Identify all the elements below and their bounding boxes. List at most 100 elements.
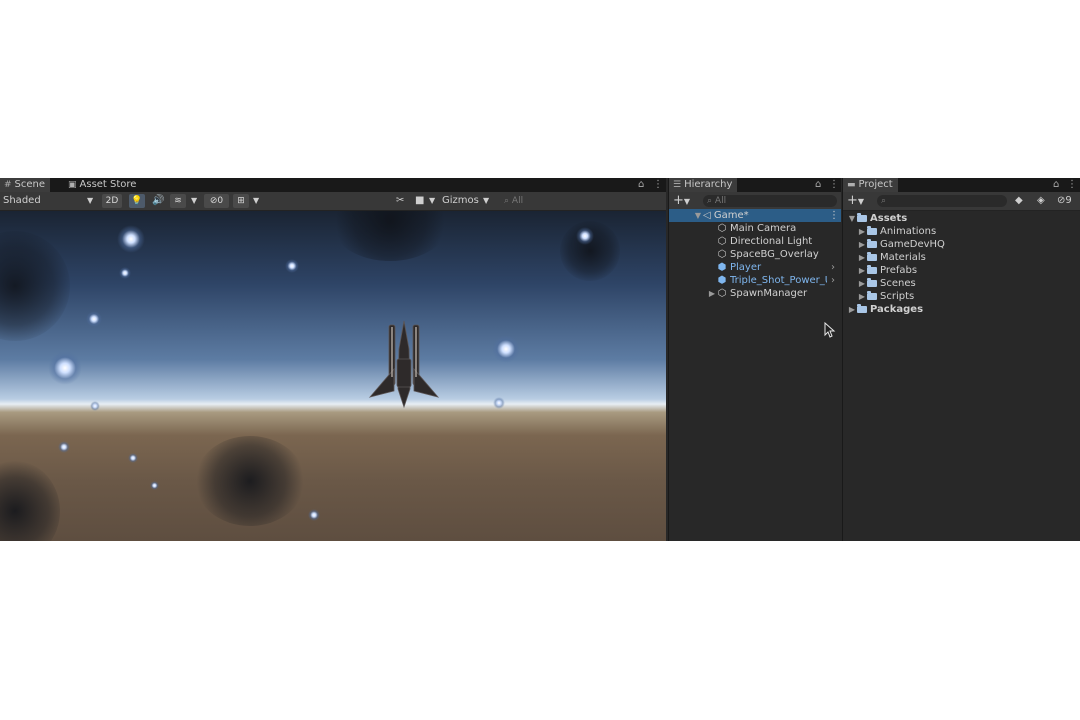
search-icon: ⌕ bbox=[504, 196, 510, 206]
chevron-down-icon: ▼ bbox=[483, 196, 490, 205]
project-toolbar: +▼ ⌕ ◆ ◈ ⊘9 bbox=[843, 192, 1080, 211]
expand-arrow-down-icon[interactable]: ▼ bbox=[847, 212, 857, 225]
scene-root-row[interactable]: ▼ ◁ Game* ⋮ bbox=[669, 209, 841, 222]
search-by-type-icon[interactable]: ◆ bbox=[1015, 194, 1023, 208]
expand-arrow-right-icon[interactable]: ▶ bbox=[857, 238, 867, 251]
packages-label: Packages bbox=[870, 304, 924, 315]
scene-panel: # Scene ▣ Asset Store ⌂ ⋮ Shaded ▼ 2D 💡 🔊 … bbox=[0, 178, 666, 541]
folder-icon bbox=[867, 252, 877, 261]
project-folder-materials[interactable]: ▶ Materials bbox=[843, 251, 926, 264]
lock-icon[interactable]: ⌂ bbox=[1053, 178, 1059, 192]
folder-icon bbox=[867, 278, 877, 287]
nebula-cloud bbox=[0, 461, 60, 541]
expand-arrow-right-icon[interactable]: ▶ bbox=[857, 225, 867, 238]
tab-scene[interactable]: # Scene bbox=[0, 178, 51, 192]
scene-search-placeholder: All bbox=[511, 196, 524, 206]
gameobject-cube-icon: ⬡ bbox=[717, 236, 727, 247]
hidden-packages-count: 9 bbox=[1065, 195, 1072, 206]
tab-project[interactable]: ▬ Project bbox=[843, 178, 898, 192]
expand-arrow-right-icon[interactable]: ▶ bbox=[857, 290, 867, 303]
nebula-cloud bbox=[195, 436, 305, 526]
folder-icon bbox=[867, 226, 877, 235]
hierarchy-item-triple-shot[interactable]: ⬢Triple_Shot_Power_Up bbox=[669, 274, 841, 287]
scene-search-input[interactable]: ⌕ All bbox=[500, 195, 660, 207]
hierarchy-item-player[interactable]: ⬢ Player › bbox=[669, 261, 841, 274]
tools-icon[interactable]: ✂ bbox=[396, 194, 404, 208]
project-folder-scripts[interactable]: ▶ Scripts bbox=[843, 290, 914, 303]
more-options-icon[interactable]: ⋮ bbox=[829, 178, 839, 192]
hierarchy-search-input[interactable]: ⌕ All bbox=[703, 195, 837, 207]
folder-label: Scenes bbox=[880, 278, 916, 289]
grid-snap-icon[interactable]: ⊞ bbox=[233, 194, 249, 208]
grid-dropdown-chevron-icon[interactable]: ▼ bbox=[253, 194, 259, 208]
expand-arrow-right-icon[interactable]: ▶ bbox=[857, 251, 867, 264]
plus-icon: + bbox=[847, 193, 858, 208]
hierarchy-item-spacebg-overlay[interactable]: ⬡ SpaceBG_Overlay bbox=[669, 248, 819, 261]
store-bag-icon: ▣ bbox=[68, 180, 77, 190]
scene-visibility-button[interactable]: ⊘0 bbox=[204, 194, 229, 208]
expand-arrow-right-icon[interactable]: ▶ bbox=[847, 303, 857, 316]
lock-icon[interactable]: ⌂ bbox=[815, 178, 821, 192]
draw-mode-label: Shaded bbox=[3, 195, 41, 206]
star-sprite bbox=[119, 267, 131, 279]
hierarchy-item-label: Main Camera bbox=[730, 223, 797, 234]
tab-scene-label: Scene bbox=[14, 179, 46, 190]
create-dropdown[interactable]: +▼ bbox=[673, 194, 690, 208]
star-sprite bbox=[117, 225, 145, 253]
project-folder-gamedevhq[interactable]: ▶ GameDevHQ bbox=[843, 238, 945, 251]
camera-dropdown-chevron-icon[interactable]: ▼ bbox=[429, 194, 435, 208]
star-sprite bbox=[128, 453, 138, 463]
search-by-label-icon[interactable]: ◈ bbox=[1037, 194, 1045, 208]
project-tab-bar: ▬ Project ⌂ ⋮ bbox=[843, 178, 1080, 192]
project-search-input[interactable]: ⌕ bbox=[877, 195, 1007, 207]
effects-dropdown-chevron-icon[interactable]: ▼ bbox=[191, 194, 197, 208]
expand-arrow-right-icon[interactable]: ▶ bbox=[707, 287, 717, 300]
project-assets-root[interactable]: ▼ Assets bbox=[843, 212, 907, 225]
draw-mode-dropdown[interactable]: Shaded ▼ bbox=[3, 194, 95, 208]
gizmos-dropdown[interactable]: Gizmos ▼ bbox=[442, 194, 492, 208]
tab-asset-store[interactable]: ▣ Asset Store bbox=[64, 178, 141, 192]
open-folder-icon bbox=[857, 213, 867, 222]
project-packages-root[interactable]: ▶ Packages bbox=[843, 303, 923, 316]
more-options-icon[interactable]: ⋮ bbox=[653, 178, 663, 192]
mouse-cursor-icon bbox=[824, 322, 836, 338]
lock-icon[interactable]: ⌂ bbox=[638, 178, 644, 192]
audio-toggle-icon[interactable]: 🔊 bbox=[152, 194, 164, 208]
tab-asset-store-label: Asset Store bbox=[79, 179, 137, 190]
gameobject-cube-icon: ⬡ bbox=[717, 223, 727, 234]
effects-toggle-icon[interactable]: ≋ bbox=[170, 194, 186, 208]
hidden-packages-button[interactable]: ⊘9 bbox=[1057, 194, 1072, 208]
create-dropdown[interactable]: +▼ bbox=[847, 194, 864, 208]
project-folder-scenes[interactable]: ▶ Scenes bbox=[843, 277, 916, 290]
folder-icon bbox=[857, 304, 867, 313]
expand-arrow-right-icon[interactable]: ▶ bbox=[857, 264, 867, 277]
scene-viewport[interactable] bbox=[0, 211, 666, 541]
expand-arrow-right-icon[interactable]: ▶ bbox=[857, 277, 867, 290]
more-options-icon[interactable]: ⋮ bbox=[829, 209, 839, 222]
toggle-2d-button[interactable]: 2D bbox=[102, 194, 122, 208]
player-spaceship[interactable] bbox=[364, 319, 444, 419]
hierarchy-item-spawn-manager[interactable]: ▶ ⬡ SpawnManager bbox=[669, 287, 807, 300]
scene-tab-bar: # Scene ▣ Asset Store ⌂ ⋮ bbox=[0, 178, 666, 192]
hierarchy-item-directional-light[interactable]: ⬡ Directional Light bbox=[669, 235, 813, 248]
lighting-toggle-icon[interactable]: 💡 bbox=[129, 194, 145, 208]
tab-hierarchy[interactable]: ☰ Hierarchy bbox=[669, 178, 738, 192]
project-folder-animations[interactable]: ▶ Animations bbox=[843, 225, 936, 238]
hidden-count: 0 bbox=[217, 196, 224, 206]
chevron-right-icon[interactable]: › bbox=[831, 261, 835, 274]
more-options-icon[interactable]: ⋮ bbox=[1067, 178, 1077, 192]
star-sprite bbox=[308, 509, 320, 521]
search-icon: ⌕ bbox=[707, 196, 713, 206]
hierarchy-item-main-camera[interactable]: ⬡ Main Camera bbox=[669, 222, 797, 235]
hierarchy-panel: ☰ Hierarchy ⌂ ⋮ +▼ ⌕ All ▼ ◁ Game* ⋮ ⬡ Main… bbox=[668, 178, 841, 541]
project-folder-prefabs[interactable]: ▶ Prefabs bbox=[843, 264, 917, 277]
project-title: Project bbox=[858, 179, 893, 190]
expand-arrow-down-icon[interactable]: ▼ bbox=[693, 209, 703, 222]
folder-label: Prefabs bbox=[880, 265, 918, 276]
star-sprite bbox=[493, 397, 505, 409]
chevron-right-icon[interactable]: › bbox=[831, 274, 835, 287]
camera-icon[interactable]: ■ bbox=[415, 194, 424, 208]
unity-editor: # Scene ▣ Asset Store ⌂ ⋮ Shaded ▼ 2D 💡 🔊 … bbox=[0, 178, 1080, 541]
star-sprite bbox=[86, 311, 102, 327]
prefab-cube-icon: ⬢ bbox=[717, 275, 727, 286]
